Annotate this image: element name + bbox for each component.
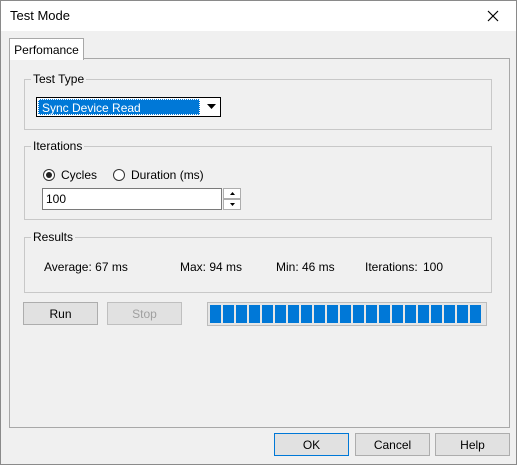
stop-button[interactable]: Stop [107,302,182,325]
progress-block [314,305,325,323]
title-bar: Test Mode [1,1,516,31]
progress-block [470,305,481,323]
radio-indicator [43,169,55,181]
test-mode-dialog: Test Mode Perfomance Test Type Sync Devi… [0,0,517,465]
min-value: Min: 46 ms [276,260,335,274]
progress-block [405,305,416,323]
tab-performance[interactable]: Perfomance [9,38,84,60]
duration-label: Duration (ms) [131,168,204,182]
progress-block [262,305,273,323]
duration-radio[interactable]: Duration (ms) [113,168,204,182]
progress-block [275,305,286,323]
progress-block [444,305,455,323]
progress-block [223,305,234,323]
test-type-legend: Test Type [31,72,87,86]
results-legend: Results [31,230,76,244]
progress-bar [207,302,487,326]
average-value: Average: 67 ms [44,260,128,274]
progress-block [210,305,221,323]
progress-block [353,305,364,323]
tab-label: Perfomance [14,42,79,57]
window-title: Test Mode [10,8,70,23]
cycles-label: Cycles [61,168,98,182]
chevron-down-icon [206,104,216,109]
iterations-count-label: Iterations: [365,260,418,274]
progress-fill [210,305,484,323]
progress-block [340,305,351,323]
progress-block [431,305,442,323]
close-button[interactable] [470,1,516,31]
progress-block [327,305,338,323]
spin-up-button[interactable] [223,188,241,199]
cycles-radio[interactable]: Cycles [43,168,97,182]
iterations-legend: Iterations [31,139,85,153]
test-type-selected: Sync Device Read [38,99,200,115]
test-type-select[interactable]: Sync Device Read [36,97,221,117]
progress-block [288,305,299,323]
chevron-up-icon [229,192,235,195]
progress-block [366,305,377,323]
progress-block [457,305,468,323]
spin-down-button[interactable] [223,199,241,210]
progress-block [379,305,390,323]
dropdown-button[interactable] [202,98,220,116]
close-icon [487,10,499,22]
cancel-button[interactable]: Cancel [355,433,430,456]
chevron-down-icon [229,203,235,206]
progress-block [249,305,260,323]
run-button[interactable]: Run [23,302,98,325]
radio-indicator [113,169,125,181]
progress-block [236,305,247,323]
progress-block [301,305,312,323]
progress-block [392,305,403,323]
ok-button[interactable]: OK [274,433,349,456]
progress-block [418,305,429,323]
iterations-spinner[interactable] [223,188,241,210]
iterations-count-value: 100 [423,260,444,274]
iterations-input[interactable]: 100 [42,188,222,210]
max-value: Max: 94 ms [180,260,243,274]
help-button[interactable]: Help [435,433,510,456]
